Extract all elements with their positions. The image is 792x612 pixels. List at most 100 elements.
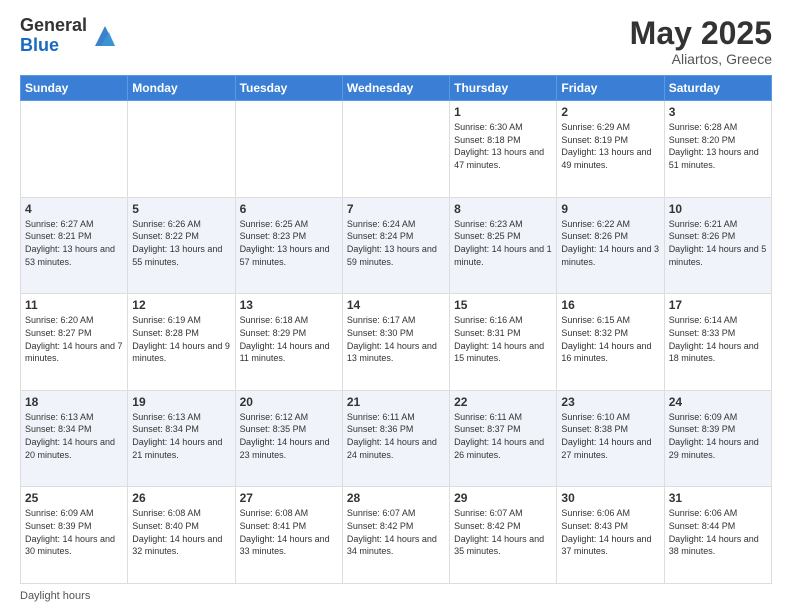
calendar-cell bbox=[342, 101, 449, 198]
col-monday: Monday bbox=[128, 76, 235, 101]
footer: Daylight hours bbox=[20, 590, 772, 602]
day-number: 2 bbox=[561, 105, 659, 119]
calendar-cell: 13Sunrise: 6:18 AM Sunset: 8:29 PM Dayli… bbox=[235, 294, 342, 391]
calendar-cell: 14Sunrise: 6:17 AM Sunset: 8:30 PM Dayli… bbox=[342, 294, 449, 391]
day-number: 8 bbox=[454, 202, 552, 216]
day-number: 7 bbox=[347, 202, 445, 216]
day-info: Sunrise: 6:08 AM Sunset: 8:41 PM Dayligh… bbox=[240, 507, 338, 557]
day-info: Sunrise: 6:09 AM Sunset: 8:39 PM Dayligh… bbox=[25, 507, 123, 557]
day-info: Sunrise: 6:13 AM Sunset: 8:34 PM Dayligh… bbox=[25, 411, 123, 461]
calendar-cell: 5 Sunrise: 6:26 AM Sunset: 8:22 PM Daylig… bbox=[128, 197, 235, 294]
day-number: 17 bbox=[669, 298, 767, 312]
logo-general: General bbox=[20, 16, 87, 36]
calendar-week-5: 25Sunrise: 6:09 AM Sunset: 8:39 PM Dayli… bbox=[21, 487, 772, 584]
calendar-cell: 30Sunrise: 6:06 AM Sunset: 8:43 PM Dayli… bbox=[557, 487, 664, 584]
day-number: 13 bbox=[240, 298, 338, 312]
calendar-header-row: Sunday Monday Tuesday Wednesday Thursday… bbox=[21, 76, 772, 101]
calendar-cell: 6 Sunrise: 6:25 AM Sunset: 8:23 PM Daylig… bbox=[235, 197, 342, 294]
day-number: 11 bbox=[25, 298, 123, 312]
day-number: 21 bbox=[347, 395, 445, 409]
calendar-cell: 3Sunrise: 6:28 AM Sunset: 8:20 PM Daylig… bbox=[664, 101, 771, 198]
calendar-cell: 1 Sunrise: 6:30 AM Sunset: 8:18 PM Daylig… bbox=[450, 101, 557, 198]
col-wednesday: Wednesday bbox=[342, 76, 449, 101]
day-number: 15 bbox=[454, 298, 552, 312]
day-number: 10 bbox=[669, 202, 767, 216]
day-number: 12 bbox=[132, 298, 230, 312]
calendar-table: Sunday Monday Tuesday Wednesday Thursday… bbox=[20, 75, 772, 584]
calendar-cell: 19Sunrise: 6:13 AM Sunset: 8:34 PM Dayli… bbox=[128, 390, 235, 487]
logo: General Blue bbox=[20, 16, 119, 56]
day-info: Sunrise: 6:06 AM Sunset: 8:44 PM Dayligh… bbox=[669, 507, 767, 557]
calendar-cell: 24 Sunrise: 6:09 AM Sunset: 8:39 PM Dayli… bbox=[664, 390, 771, 487]
day-number: 14 bbox=[347, 298, 445, 312]
day-number: 6 bbox=[240, 202, 338, 216]
calendar-cell: 26 Sunrise: 6:08 AM Sunset: 8:40 PM Dayli… bbox=[128, 487, 235, 584]
day-info: Sunrise: 6:27 AM Sunset: 8:21 PM Dayligh… bbox=[25, 218, 123, 268]
location: Aliartos, Greece bbox=[630, 51, 772, 67]
day-info: Sunrise: 6:07 AM Sunset: 8:42 PM Dayligh… bbox=[454, 507, 552, 557]
calendar-cell: 15 Sunrise: 6:16 AM Sunset: 8:31 PM Dayli… bbox=[450, 294, 557, 391]
day-info: Sunrise: 6:09 AM Sunset: 8:39 PM Dayligh… bbox=[669, 411, 767, 461]
day-info: Sunrise: 6:12 AM Sunset: 8:35 PM Dayligh… bbox=[240, 411, 338, 461]
day-info: Sunrise: 6:24 AM Sunset: 8:24 PM Dayligh… bbox=[347, 218, 445, 268]
calendar-cell: 29 Sunrise: 6:07 AM Sunset: 8:42 PM Dayli… bbox=[450, 487, 557, 584]
day-number: 20 bbox=[240, 395, 338, 409]
day-info: Sunrise: 6:14 AM Sunset: 8:33 PM Dayligh… bbox=[669, 314, 767, 364]
day-info: Sunrise: 6:30 AM Sunset: 8:18 PM Dayligh… bbox=[454, 121, 552, 171]
calendar-cell: 27 Sunrise: 6:08 AM Sunset: 8:41 PM Dayli… bbox=[235, 487, 342, 584]
calendar-week-1: 1 Sunrise: 6:30 AM Sunset: 8:18 PM Daylig… bbox=[21, 101, 772, 198]
col-friday: Friday bbox=[557, 76, 664, 101]
day-info: Sunrise: 6:25 AM Sunset: 8:23 PM Dayligh… bbox=[240, 218, 338, 268]
day-number: 18 bbox=[25, 395, 123, 409]
calendar-cell: 22 Sunrise: 6:11 AM Sunset: 8:37 PM Dayli… bbox=[450, 390, 557, 487]
col-saturday: Saturday bbox=[664, 76, 771, 101]
logo-icon bbox=[91, 22, 119, 50]
day-number: 9 bbox=[561, 202, 659, 216]
day-info: Sunrise: 6:10 AM Sunset: 8:38 PM Dayligh… bbox=[561, 411, 659, 461]
day-info: Sunrise: 6:22 AM Sunset: 8:26 PM Dayligh… bbox=[561, 218, 659, 268]
logo-blue: Blue bbox=[20, 36, 87, 56]
day-number: 22 bbox=[454, 395, 552, 409]
day-number: 30 bbox=[561, 491, 659, 505]
calendar-cell: 9 Sunrise: 6:22 AM Sunset: 8:26 PM Daylig… bbox=[557, 197, 664, 294]
calendar-cell: 8 Sunrise: 6:23 AM Sunset: 8:25 PM Daylig… bbox=[450, 197, 557, 294]
day-info: Sunrise: 6:20 AM Sunset: 8:27 PM Dayligh… bbox=[25, 314, 123, 364]
calendar-cell: 16Sunrise: 6:15 AM Sunset: 8:32 PM Dayli… bbox=[557, 294, 664, 391]
day-number: 1 bbox=[454, 105, 552, 119]
day-number: 24 bbox=[669, 395, 767, 409]
calendar-week-4: 18 Sunrise: 6:13 AM Sunset: 8:34 PM Dayli… bbox=[21, 390, 772, 487]
day-number: 4 bbox=[25, 202, 123, 216]
calendar-cell: 25Sunrise: 6:09 AM Sunset: 8:39 PM Dayli… bbox=[21, 487, 128, 584]
calendar-cell: 10 Sunrise: 6:21 AM Sunset: 8:26 PM Dayli… bbox=[664, 197, 771, 294]
day-info: Sunrise: 6:21 AM Sunset: 8:26 PM Dayligh… bbox=[669, 218, 767, 268]
calendar-cell bbox=[128, 101, 235, 198]
calendar-cell: 4 Sunrise: 6:27 AM Sunset: 8:21 PM Daylig… bbox=[21, 197, 128, 294]
day-info: Sunrise: 6:23 AM Sunset: 8:25 PM Dayligh… bbox=[454, 218, 552, 268]
day-number: 27 bbox=[240, 491, 338, 505]
day-info: Sunrise: 6:29 AM Sunset: 8:19 PM Dayligh… bbox=[561, 121, 659, 171]
day-info: Sunrise: 6:26 AM Sunset: 8:22 PM Dayligh… bbox=[132, 218, 230, 268]
day-number: 31 bbox=[669, 491, 767, 505]
calendar-cell: 17 Sunrise: 6:14 AM Sunset: 8:33 PM Dayli… bbox=[664, 294, 771, 391]
day-number: 3 bbox=[669, 105, 767, 119]
day-info: Sunrise: 6:19 AM Sunset: 8:28 PM Dayligh… bbox=[132, 314, 230, 364]
day-number: 5 bbox=[132, 202, 230, 216]
calendar-week-3: 11 Sunrise: 6:20 AM Sunset: 8:27 PM Dayli… bbox=[21, 294, 772, 391]
col-sunday: Sunday bbox=[21, 76, 128, 101]
day-info: Sunrise: 6:11 AM Sunset: 8:36 PM Dayligh… bbox=[347, 411, 445, 461]
day-number: 26 bbox=[132, 491, 230, 505]
daylight-hours-label: Daylight hours bbox=[20, 590, 90, 602]
day-info: Sunrise: 6:15 AM Sunset: 8:32 PM Dayligh… bbox=[561, 314, 659, 364]
day-info: Sunrise: 6:16 AM Sunset: 8:31 PM Dayligh… bbox=[454, 314, 552, 364]
calendar-cell: 18 Sunrise: 6:13 AM Sunset: 8:34 PM Dayli… bbox=[21, 390, 128, 487]
calendar-cell bbox=[21, 101, 128, 198]
day-info: Sunrise: 6:08 AM Sunset: 8:40 PM Dayligh… bbox=[132, 507, 230, 557]
title-block: May 2025 Aliartos, Greece bbox=[630, 16, 772, 67]
day-number: 29 bbox=[454, 491, 552, 505]
calendar-week-2: 4 Sunrise: 6:27 AM Sunset: 8:21 PM Daylig… bbox=[21, 197, 772, 294]
header: General Blue May 2025 Aliartos, Greece bbox=[20, 16, 772, 67]
day-info: Sunrise: 6:11 AM Sunset: 8:37 PM Dayligh… bbox=[454, 411, 552, 461]
day-info: Sunrise: 6:13 AM Sunset: 8:34 PM Dayligh… bbox=[132, 411, 230, 461]
calendar-cell: 11 Sunrise: 6:20 AM Sunset: 8:27 PM Dayli… bbox=[21, 294, 128, 391]
calendar-cell: 28Sunrise: 6:07 AM Sunset: 8:42 PM Dayli… bbox=[342, 487, 449, 584]
